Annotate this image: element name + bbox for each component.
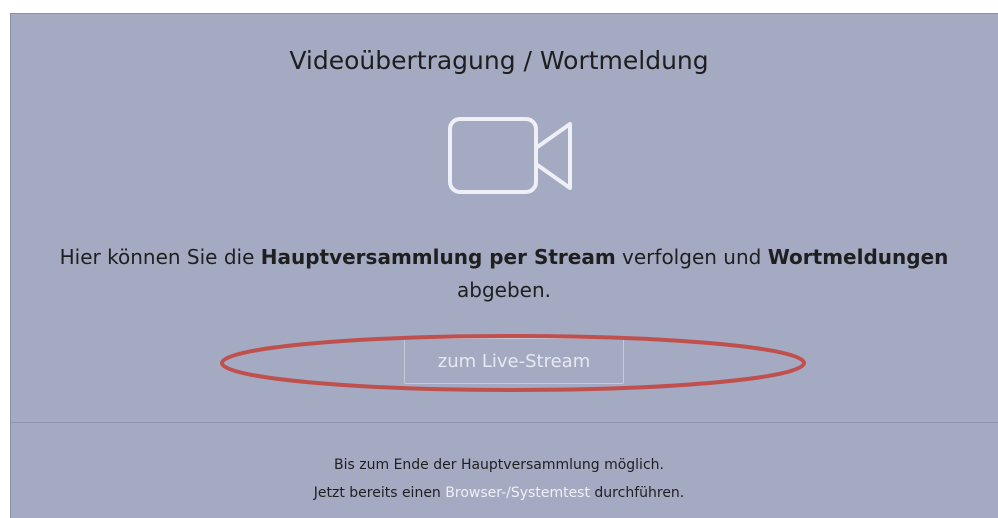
bold-stream: Hauptversammlung per Stream: [260, 245, 616, 269]
divider: [10, 422, 998, 423]
live-stream-button[interactable]: zum Live-Stream: [404, 338, 624, 384]
video-camera-icon: [448, 117, 572, 194]
bold-wortmeldungen: Wortmeldungen: [767, 245, 949, 269]
availability-text: Bis zum Ende der Hauptversammlung möglic…: [334, 457, 664, 473]
stream-description: Hier können Sie die Hauptversammlung per…: [59, 245, 949, 302]
footer: Bis zum Ende der Hauptversammlung möglic…: [0, 451, 998, 507]
browser-systemtest-link[interactable]: Browser-/Systemtest: [445, 485, 590, 501]
page-title: Videoübertragung / Wortmeldung: [289, 46, 709, 75]
systemtest-line: Jetzt bereits einen Browser-/Systemtest …: [313, 485, 685, 501]
